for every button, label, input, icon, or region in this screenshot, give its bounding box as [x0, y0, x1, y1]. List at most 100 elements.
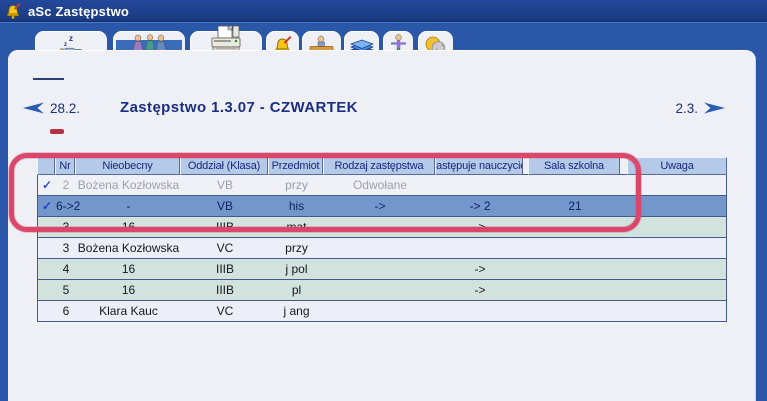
title-bar: aSc Zastępstwo [0, 0, 767, 22]
cell-sala: 21 [529, 196, 621, 216]
row-check-mark [38, 238, 56, 258]
header-oddzial[interactable]: Oddział (Klasa) [180, 157, 268, 175]
svg-text:z: z [69, 34, 73, 43]
cell-uwaga [628, 280, 728, 300]
prev-date-label: 28.2. [50, 101, 80, 116]
cell-gap [621, 217, 628, 237]
cell-nieobecny: 16 [76, 280, 181, 300]
table-row[interactable]: 4 16 IIIB j pol -> [37, 258, 727, 280]
next-day-button[interactable]: 2.3. [675, 100, 727, 116]
cell-sala [529, 301, 621, 321]
cell-rodzaj: Odwołane [324, 175, 436, 195]
next-date-label: 2.3. [675, 101, 698, 116]
table-row[interactable]: 3 16 IIIB mat -> [37, 216, 727, 238]
cell-rodzaj [324, 301, 436, 321]
cell-uwaga [628, 196, 728, 216]
cell-oddzial: IIIB [181, 259, 269, 279]
red-dash-marker [50, 129, 64, 134]
substitution-table: Nr Nieobecny Oddział (Klasa) Przedmiot R… [37, 157, 727, 322]
row-check-mark [38, 259, 56, 279]
cell-oddzial: IIIB [181, 217, 269, 237]
header-uwaga[interactable]: Uwaga [627, 157, 727, 175]
table-header: Nr Nieobecny Oddział (Klasa) Przedmiot R… [37, 157, 727, 175]
cell-gap [621, 196, 628, 216]
cell-nieobecny: Bożena Kozłowska [76, 238, 181, 258]
row-check-mark [38, 217, 56, 237]
cell-nieobecny: 16 [76, 259, 181, 279]
cell-sala [529, 238, 621, 258]
cell-przedmiot: przy [269, 175, 324, 195]
table-row[interactable]: 6 Klara Kauc VC j ang [37, 300, 727, 322]
cell-sala [529, 259, 621, 279]
cell-uwaga [628, 301, 728, 321]
main-panel: 28.2. Zastępstwo 1.3.07 - CZWARTEK 2.3. … [8, 50, 755, 401]
cell-nr: 2 [56, 175, 76, 195]
arrow-right-icon [703, 100, 727, 116]
cell-przedmiot: pl [269, 280, 324, 300]
cell-nieobecny: Klara Kauc [76, 301, 181, 321]
table-row[interactable]: ✓ 2 Bożena Kozłowska VB przy Odwołane [37, 174, 727, 196]
cell-gap [621, 175, 628, 195]
header-sala[interactable]: Sala szkolna [528, 157, 620, 175]
cell-nr: 5 [56, 280, 76, 300]
table-row[interactable]: 5 16 IIIB pl -> [37, 279, 727, 301]
cell-oddzial: VB [181, 196, 269, 216]
cell-gap [621, 238, 628, 258]
cell-przedmiot: j ang [269, 301, 324, 321]
cell-sala [529, 175, 621, 195]
cell-sala [529, 280, 621, 300]
page-title: Zastępstwo 1.3.07 - CZWARTEK [120, 99, 358, 116]
cell-zastepuje: -> [436, 217, 524, 237]
header-przedmiot[interactable]: Przedmiot [268, 157, 323, 175]
cell-zastepuje [436, 175, 524, 195]
cell-uwaga [628, 217, 728, 237]
cell-nr: 6 [56, 301, 76, 321]
cell-nieobecny: - [76, 196, 181, 216]
cell-uwaga [628, 175, 728, 195]
cell-nieobecny: Bożena Kozłowska [76, 175, 181, 195]
app-window: aSc Zastępstwo z z [0, 0, 767, 401]
app-bell-icon [5, 3, 22, 20]
cell-oddzial: VC [181, 301, 269, 321]
header-check[interactable] [37, 157, 55, 175]
cell-zastepuje [436, 238, 524, 258]
table-row[interactable]: 3 Bożena Kozłowska VC przy [37, 237, 727, 259]
cell-rodzaj [324, 259, 436, 279]
arrow-left-icon [21, 100, 45, 116]
cell-rodzaj: -> [324, 196, 436, 216]
cell-nr: 3 [56, 238, 76, 258]
cell-nr: 6->2 [56, 196, 76, 216]
row-check-mark: ✓ [38, 175, 56, 195]
row-check-mark: ✓ [38, 196, 56, 216]
window-title: aSc Zastępstwo [28, 4, 129, 19]
cell-gap [621, 280, 628, 300]
prev-day-button[interactable]: 28.2. [21, 100, 80, 116]
cell-rodzaj [324, 238, 436, 258]
cell-gap [621, 259, 628, 279]
cell-zastepuje: -> [436, 259, 524, 279]
header-rodzaj[interactable]: Rodzaj zastępstwa [323, 157, 435, 175]
cell-oddzial: VC [181, 238, 269, 258]
cell-przedmiot: j pol [269, 259, 324, 279]
cell-uwaga [628, 259, 728, 279]
header-zastepuje[interactable]: Zastępuje nauczyciel [435, 157, 523, 175]
cell-oddzial: VB [181, 175, 269, 195]
header-nieobecny[interactable]: Nieobecny [75, 157, 180, 175]
cell-zastepuje: -> 2 [436, 196, 524, 216]
header-nr[interactable]: Nr [55, 157, 75, 175]
cell-uwaga [628, 238, 728, 258]
cell-sala [529, 217, 621, 237]
row-check-mark [38, 301, 56, 321]
cell-przedmiot: przy [269, 238, 324, 258]
cell-rodzaj [324, 280, 436, 300]
cell-rodzaj [324, 217, 436, 237]
svg-text:z: z [64, 42, 67, 48]
table-body: ✓ 2 Bożena Kozłowska VB przy Odwołane ✓ … [37, 174, 727, 322]
row-check-mark [38, 280, 56, 300]
header-gap [620, 157, 627, 175]
cell-przedmiot: mat [269, 217, 324, 237]
cell-oddzial: IIIB [181, 280, 269, 300]
cell-przedmiot: his [269, 196, 324, 216]
cell-nr: 4 [56, 259, 76, 279]
table-row[interactable]: ✓ 6->2 - VB his -> -> 2 21 [37, 195, 727, 217]
